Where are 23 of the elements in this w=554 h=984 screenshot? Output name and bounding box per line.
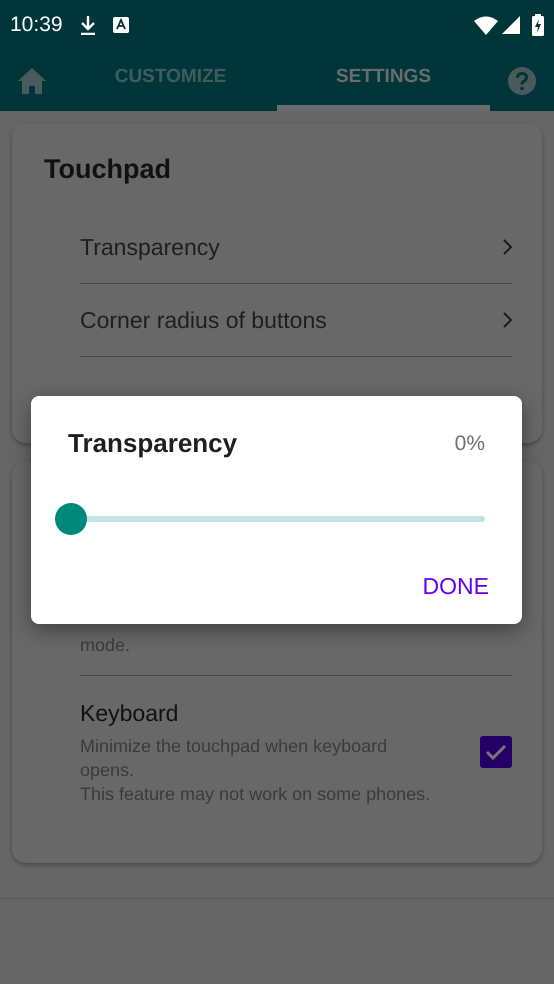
dialog-title: Transparency [68,427,238,460]
battery-icon [532,14,544,36]
clock: 10:39 [10,12,63,38]
keyboard-icon [112,17,129,33]
chevron-right-icon [503,312,512,328]
check-icon [485,744,507,760]
download-icon [78,15,97,35]
signal-icon [502,16,520,34]
setting-title: Keyboard [80,699,180,728]
chevron-right-icon [503,239,512,255]
wifi-icon [474,16,498,34]
tab[interactable]: CUSTOMIZE [64,50,277,111]
home-icon[interactable] [18,68,46,94]
checkbox[interactable] [480,736,512,768]
settings-item[interactable]: Transparency [80,211,512,284]
settings-item[interactable]: Corner radius of buttons [80,284,512,357]
slider[interactable] [55,503,485,535]
slider-thumb[interactable] [55,503,87,535]
help-icon[interactable] [508,66,536,94]
tab[interactable]: SETTINGS [277,50,490,111]
slider-reading: 0% [454,430,485,457]
done-button[interactable]: DONE [416,569,495,604]
card-title: Touchpad [44,153,172,186]
